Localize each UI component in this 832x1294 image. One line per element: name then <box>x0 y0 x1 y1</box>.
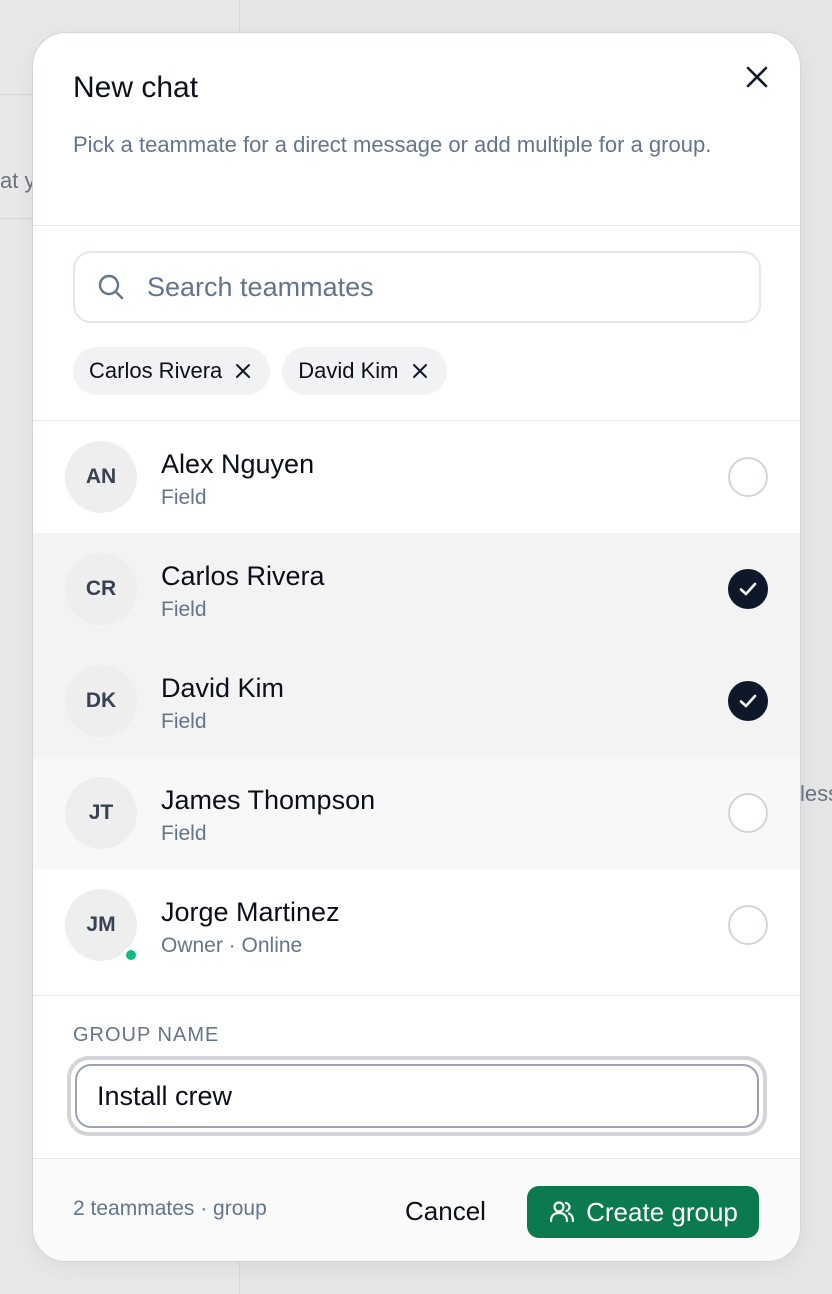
close-button[interactable] <box>741 61 773 93</box>
background-text: less <box>800 781 832 806</box>
selection-summary: 2 teammates · group <box>73 1197 267 1220</box>
search-box <box>73 251 761 323</box>
selected-chip: David Kim <box>282 347 447 395</box>
teammate-row[interactable]: JT James Thompson Field <box>33 757 800 869</box>
selected-chips: Carlos Rivera David Kim <box>73 347 447 395</box>
create-group-label: Create group <box>586 1196 738 1227</box>
users-icon <box>548 1198 576 1226</box>
group-name-label: GROUP NAME <box>73 1024 220 1046</box>
teammate-name: David Kim <box>161 673 285 703</box>
select-checkbox[interactable] <box>728 681 768 721</box>
search-input[interactable] <box>147 261 747 313</box>
avatar: CR <box>65 553 137 625</box>
create-group-button[interactable]: Create group <box>527 1186 759 1238</box>
search-icon <box>98 274 124 300</box>
select-checkbox[interactable] <box>728 793 768 833</box>
teammate-role: Field <box>161 710 207 733</box>
online-status-indicator <box>123 947 139 963</box>
chip-label: David Kim <box>298 358 399 383</box>
teammate-name: Alex Nguyen <box>161 449 315 479</box>
teammate-name: Jorge Martinez <box>161 897 340 927</box>
teammate-role: Field <box>161 486 207 509</box>
close-icon <box>236 364 251 378</box>
teammate-name: James Thompson <box>161 785 376 815</box>
selected-chip: Carlos Rivera <box>73 347 271 395</box>
teammate-role: Field <box>161 822 207 845</box>
dialog-footer: 2 teammates · group Cancel Create group <box>33 1158 800 1261</box>
select-checkbox[interactable] <box>728 457 768 497</box>
teammate-row[interactable]: DK David Kim Field <box>33 645 800 757</box>
close-icon <box>746 66 768 88</box>
group-name-section: GROUP NAME <box>33 995 800 1158</box>
cancel-button[interactable]: Cancel <box>393 1185 498 1237</box>
remove-chip-button[interactable] <box>411 362 429 380</box>
background-text: at y <box>0 168 36 193</box>
dialog-header: New chat Pick a teammate for a direct me… <box>33 33 800 226</box>
teammate-row[interactable]: JM Jorge Martinez Owner · Online <box>33 869 800 981</box>
teammate-name: Carlos Rivera <box>161 561 325 591</box>
group-name-input[interactable] <box>75 1064 759 1128</box>
dialog-title: New chat <box>73 71 199 104</box>
avatar: DK <box>65 665 137 737</box>
checkmark-icon <box>739 694 757 708</box>
chip-label: Carlos Rivera <box>89 358 223 383</box>
select-checkbox[interactable] <box>728 905 768 945</box>
group-name-focus-ring <box>67 1056 767 1136</box>
teammate-row[interactable]: AN Alex Nguyen Field <box>33 421 800 533</box>
close-icon <box>412 364 427 378</box>
teammate-row[interactable]: CR Carlos Rivera Field <box>33 533 800 645</box>
teammate-role: Owner · Online <box>161 934 303 957</box>
avatar: AN <box>65 441 137 513</box>
avatar: JT <box>65 777 137 849</box>
checkmark-icon <box>739 582 757 596</box>
dialog-subtitle: Pick a teammate for a direct message or … <box>73 132 712 157</box>
teammate-role: Field <box>161 598 207 621</box>
remove-chip-button[interactable] <box>234 362 252 380</box>
teammate-list: AN Alex Nguyen Field CR Carlos Rivera Fi… <box>33 420 800 981</box>
new-chat-dialog: New chat Pick a teammate for a direct me… <box>32 32 801 1262</box>
select-checkbox[interactable] <box>728 569 768 609</box>
